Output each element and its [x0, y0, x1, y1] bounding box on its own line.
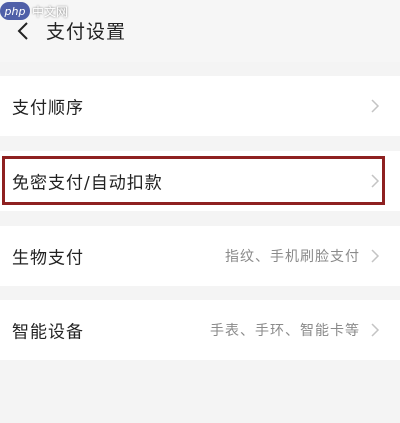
settings-row-biometric-payment[interactable]: 生物支付 指纹、手机刷脸支付	[0, 226, 400, 286]
settings-row-password-free-payment[interactable]: 免密支付/自动扣款	[0, 151, 400, 211]
settings-row-smart-devices[interactable]: 智能设备 手表、手环、智能卡等	[0, 300, 400, 360]
chevron-right-icon	[370, 173, 380, 189]
watermark-text: 中文网	[32, 4, 69, 19]
row-value: 手表、手环、智能卡等	[210, 323, 360, 339]
row-label: 智能设备	[12, 322, 84, 343]
chevron-right-icon	[370, 98, 380, 114]
back-button[interactable]	[14, 20, 34, 42]
settings-row-payment-order[interactable]: 支付顺序	[0, 76, 400, 136]
row-label: 支付顺序	[12, 98, 84, 119]
chevron-left-icon	[17, 22, 28, 40]
watermark-logo: php	[0, 2, 30, 20]
chevron-right-icon	[370, 322, 380, 338]
watermark: php 中文网	[0, 0, 68, 22]
row-label: 免密支付/自动扣款	[12, 173, 163, 194]
row-value: 指纹、手机刷脸支付	[225, 249, 360, 265]
chevron-right-icon	[370, 248, 380, 264]
row-label: 生物支付	[12, 248, 84, 269]
